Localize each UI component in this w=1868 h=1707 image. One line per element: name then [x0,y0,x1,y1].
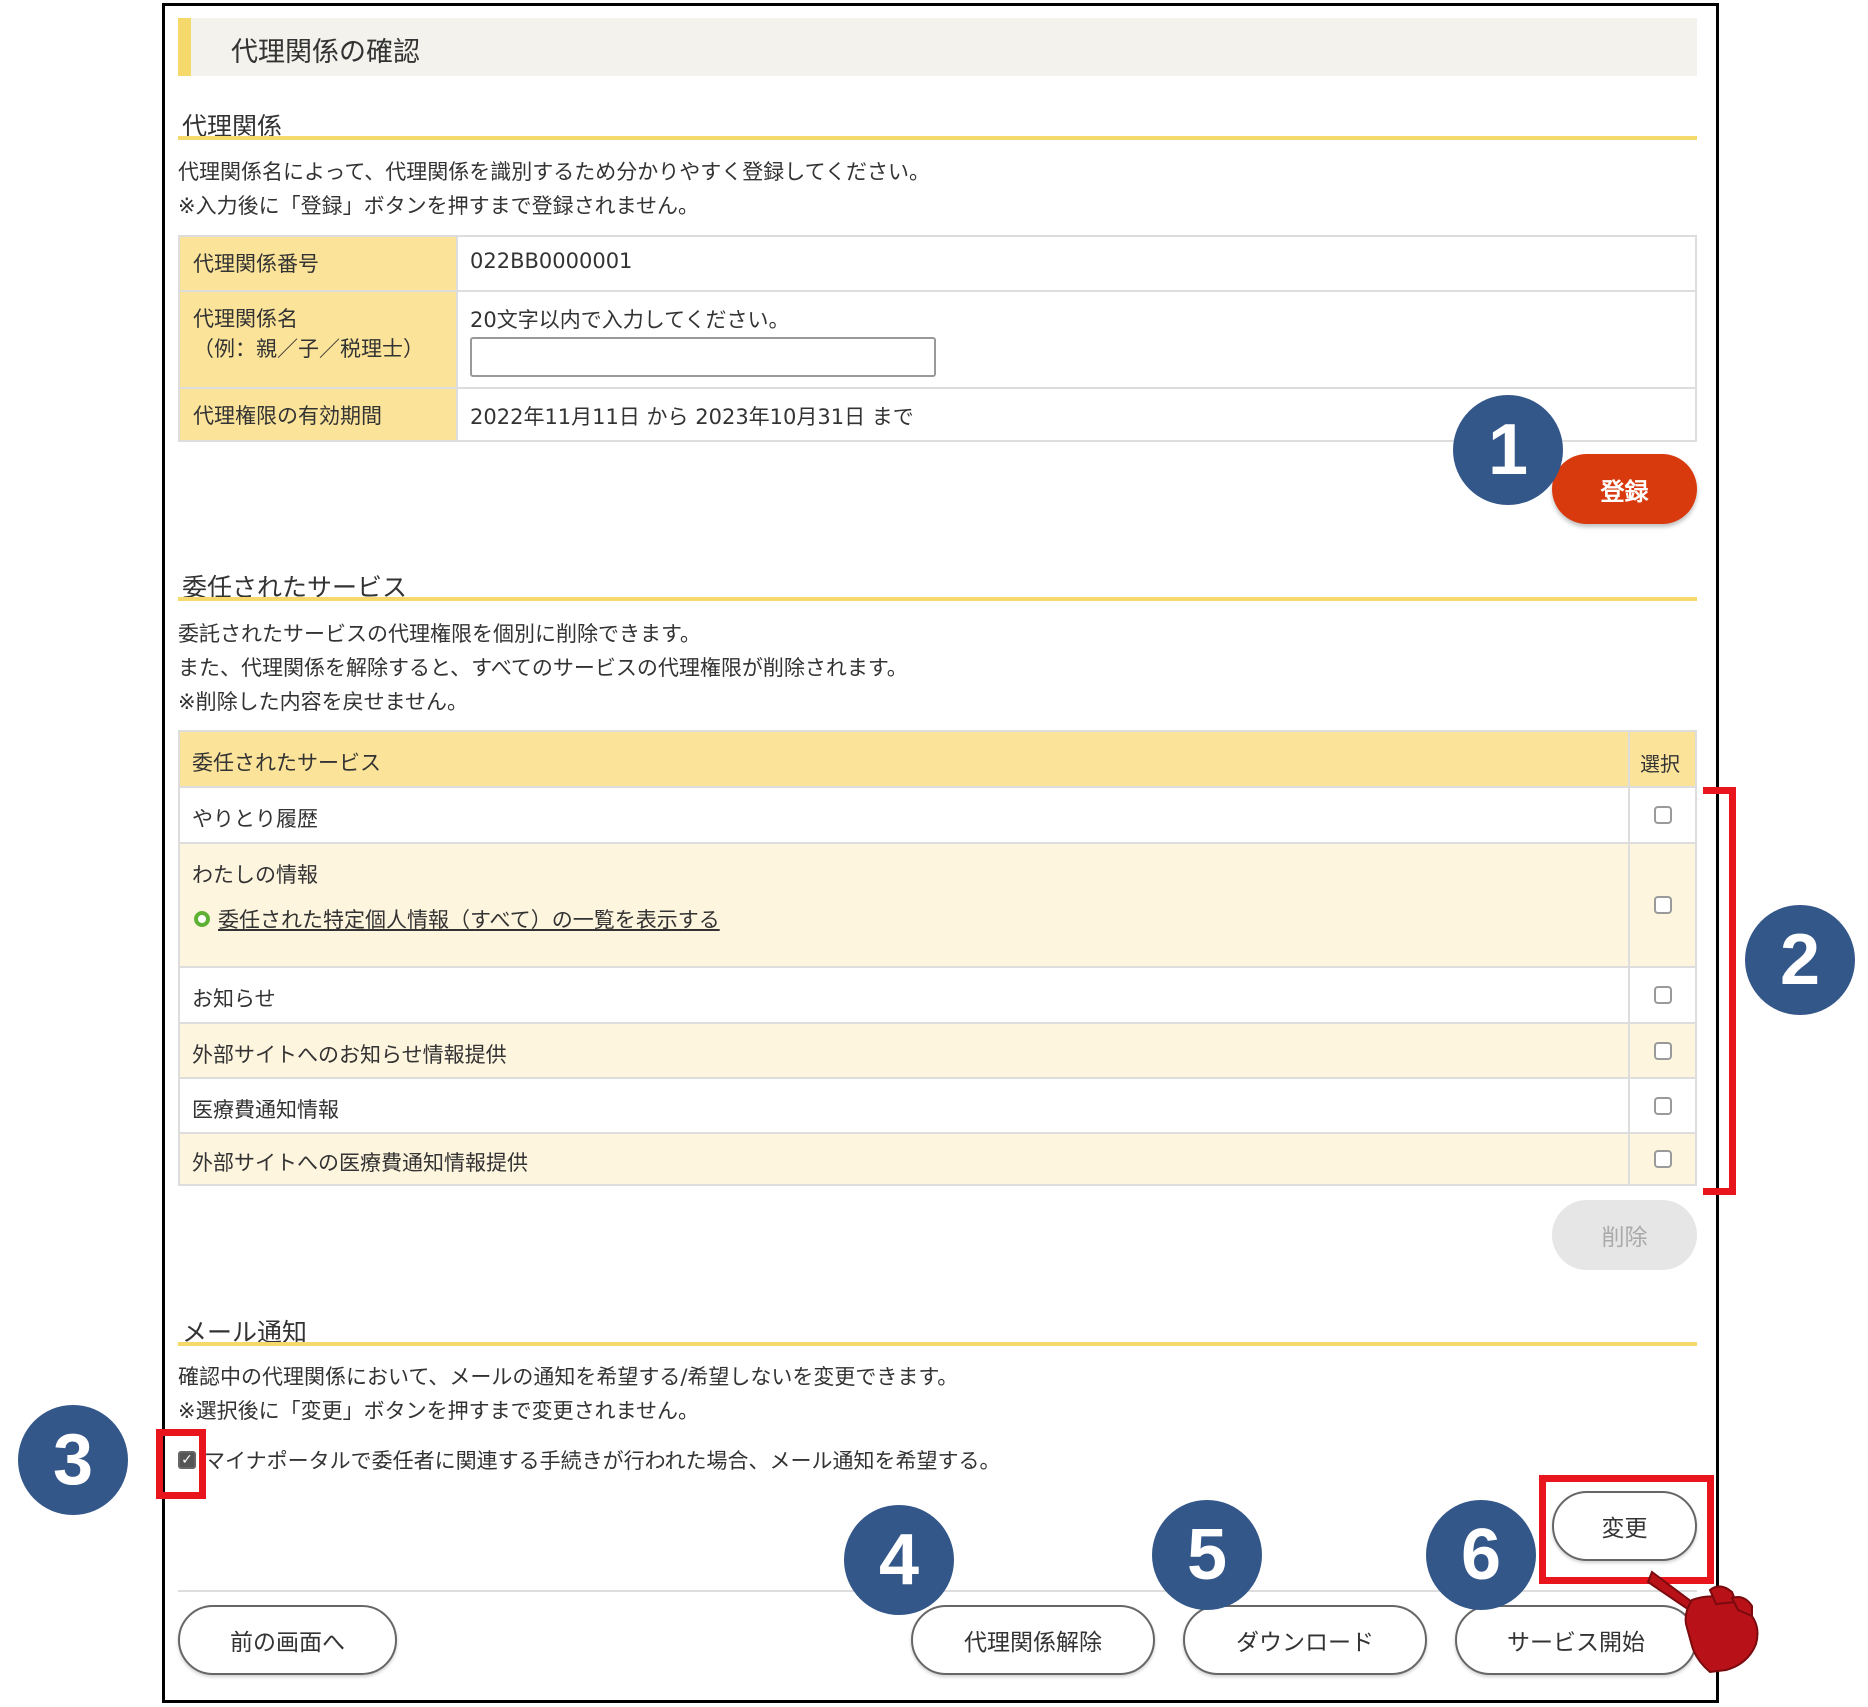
mail-notification-row: ✓ マイナポータルで委任者に関連する手続きが行われた場合、メール通知を希望する。 [178,1445,1001,1475]
table-row: やりとり履歴 [180,788,1695,844]
mail-rule [178,1342,1697,1346]
mail-description: 確認中の代理関係において、メールの通知を希望する/希望しないを変更できます。 ※… [178,1360,958,1428]
service-name: わたしの情報 [192,863,318,887]
service-name: やりとり履歴 [192,807,318,831]
page-title: 代理関係の確認 [231,37,420,68]
relationship-name-label-line2: （例：親／子／税理士） [193,337,424,361]
relationship-period-label: 代理権限の有効期間 [180,389,458,440]
relationship-name-row: 代理関係名 （例：親／子／税理士） 20文字以内で入力してください。 [180,292,1695,389]
step-marker-4: 4 [844,1505,954,1615]
service-checkbox[interactable] [1654,1150,1672,1168]
select-cell [1628,1024,1695,1077]
step-marker-6: 6 [1426,1500,1536,1610]
pointing-hand-icon [1646,1570,1759,1674]
select-cell [1628,968,1695,1022]
services-table-header: 委任されたサービス 選択 [180,732,1695,788]
mail-notification-label: マイナポータルで委任者に関連する手続きが行われた場合、メール通知を希望する。 [204,1449,1001,1473]
relationship-period-value: 2022年11月11日 から 2023年10月31日 まで [470,405,914,429]
service-name: お知らせ [192,987,276,1011]
relationship-rule [178,136,1697,140]
step-marker-5: 5 [1152,1500,1262,1610]
services-desc-line: また、代理関係を解除すると、すべてのサービスの代理権限が削除されます。 [178,656,908,680]
step-marker-1: 1 [1453,395,1563,505]
service-checkbox[interactable] [1654,986,1672,1004]
services-highlight-bracket [1703,787,1736,1195]
relationship-number-row: 代理関係番号 022BB0000001 [180,237,1695,292]
register-button[interactable]: 登録 [1552,454,1697,524]
service-name: 外部サイトへのお知らせ情報提供 [192,1043,507,1067]
service-checkbox[interactable] [1654,1042,1672,1060]
relationship-name-input[interactable] [470,337,936,377]
mail-desc-line: 確認中の代理関係において、メールの通知を希望する/希望しないを変更できます。 [178,1365,959,1389]
relationship-desc-line: ※入力後に「登録」ボタンを押すまで登録されません。 [178,194,699,218]
services-desc-line: 委託されたサービスの代理権限を個別に削除できます。 [178,622,701,646]
relationship-name-label: 代理関係名 （例：親／子／税理士） [180,292,458,387]
table-row: わたしの情報 委任された特定個人情報（すべて）の一覧を表示する [180,844,1695,968]
select-cell [1628,844,1695,966]
step-marker-2: 2 [1745,905,1855,1015]
table-row: お知らせ [180,968,1695,1024]
services-description: 委託されたサービスの代理権限を個別に削除できます。 また、代理関係を解除すると、… [178,617,908,719]
select-column-header: 選択 [1640,752,1680,776]
back-button[interactable]: 前の画面へ [178,1605,397,1675]
download-button[interactable]: ダウンロード [1183,1605,1427,1675]
relationship-number-label: 代理関係番号 [180,237,458,290]
services-desc-line: ※削除した内容を戻せません。 [178,690,468,714]
service-name: 外部サイトへの医療費通知情報提供 [192,1151,528,1175]
select-cell [1628,1134,1695,1184]
services-column-header: 委任されたサービス [192,751,381,775]
select-column-header-cell: 選択 [1628,732,1695,786]
relationship-desc-line: 代理関係名によって、代理関係を識別するため分かりやすく登録してください。 [178,160,931,184]
mail-checkbox-highlight [156,1429,206,1499]
service-name: 医療費通知情報 [192,1098,339,1122]
mail-desc-line: ※選択後に「変更」ボタンを押すまで変更されません。 [178,1399,699,1423]
select-cell [1628,1079,1695,1132]
relationship-description: 代理関係名によって、代理関係を識別するため分かりやすく登録してください。 ※入力… [178,155,930,223]
relationship-number-value: 022BB0000001 [470,249,633,273]
table-row: 医療費通知情報 [180,1079,1695,1134]
step-marker-3: 3 [18,1405,128,1515]
delete-button[interactable]: 削除 [1552,1200,1697,1270]
specific-personal-info-link[interactable]: 委任された特定個人情報（すべて）の一覧を表示する [218,904,720,934]
service-checkbox[interactable] [1654,896,1672,914]
table-row: 外部サイトへの医療費通知情報提供 [180,1134,1695,1184]
dissolve-relationship-button[interactable]: 代理関係解除 [911,1605,1155,1675]
green-circle-icon [194,911,210,927]
relationship-name-label-line1: 代理関係名 [193,307,298,331]
service-link-row: 委任された特定個人情報（すべて）の一覧を表示する [194,904,720,934]
relationship-name-hint: 20文字以内で入力してください。 [470,308,790,332]
select-cell [1628,788,1695,842]
services-table: 委任されたサービス 選択 やりとり履歴 わたしの情報 委任された特定個人情報（す… [178,730,1697,1186]
service-checkbox[interactable] [1654,1097,1672,1115]
page-title-bar: 代理関係の確認 [178,18,1697,76]
services-rule [178,597,1697,601]
service-checkbox[interactable] [1654,806,1672,824]
table-row: 外部サイトへのお知らせ情報提供 [180,1024,1695,1079]
